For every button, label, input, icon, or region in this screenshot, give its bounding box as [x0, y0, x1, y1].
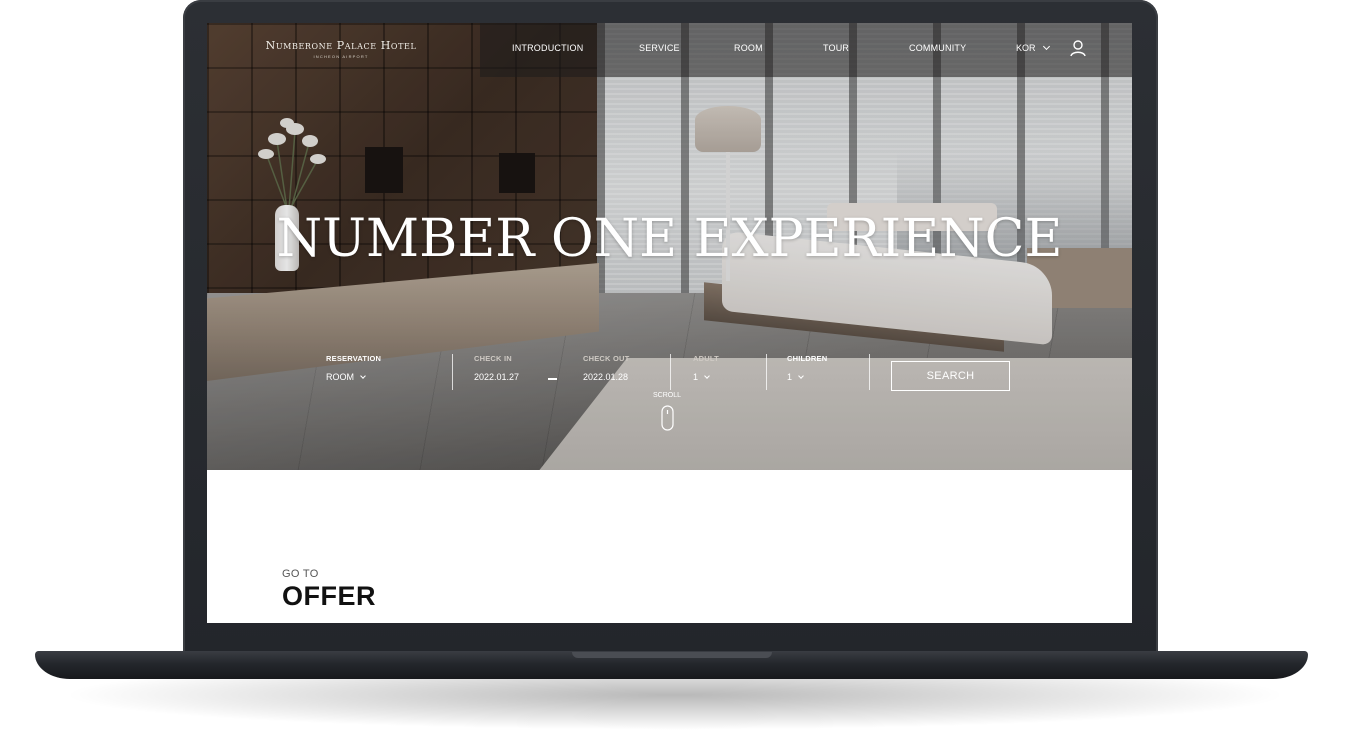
- nav-room[interactable]: ROOM: [734, 43, 763, 53]
- date-range-dash: [548, 378, 557, 380]
- site-logo[interactable]: Numberone Palace Hotel INCHEON AIRPORT: [251, 39, 431, 59]
- section-kicker: GO TO: [282, 568, 319, 580]
- children-select[interactable]: 1: [787, 372, 804, 382]
- logo-name: Numberone Palace Hotel: [265, 39, 417, 52]
- children-value: 1: [787, 372, 793, 382]
- nav-service[interactable]: SERVICE: [639, 43, 680, 53]
- nav-community[interactable]: COMMUNITY: [909, 43, 966, 53]
- chevron-down-icon: [704, 373, 710, 379]
- language-selector[interactable]: KOR: [1016, 42, 1050, 53]
- chevron-down-icon: [798, 373, 804, 379]
- language-label: KOR: [1016, 43, 1036, 53]
- checkin-date[interactable]: 2022.01.27: [474, 372, 519, 382]
- reservation-value: ROOM: [326, 372, 354, 382]
- checkout-date[interactable]: 2022.01.28: [583, 372, 628, 382]
- adult-label: ADULT: [693, 354, 719, 363]
- laptop-base-notch: [572, 652, 772, 658]
- user-icon[interactable]: [1069, 39, 1087, 57]
- reservation-label: RESERVATION: [326, 354, 382, 363]
- hero-headline: NUMBER ONE EXPERIENCE: [276, 209, 1063, 269]
- booking-divider: [869, 354, 870, 390]
- chevron-down-icon: [1042, 42, 1050, 51]
- booking-divider: [670, 354, 671, 390]
- checkin-label: CHECK IN: [474, 354, 512, 363]
- mouse-scroll-icon[interactable]: [661, 405, 674, 431]
- children-label: CHILDREN: [787, 354, 828, 363]
- adult-value: 1: [693, 372, 699, 382]
- chevron-down-icon: [360, 373, 366, 379]
- nav-tour[interactable]: TOUR: [823, 43, 849, 53]
- adult-select[interactable]: 1: [693, 372, 710, 382]
- section-title: OFFER: [282, 581, 376, 611]
- booking-divider: [766, 354, 767, 390]
- checkout-label: CHECK OUT: [583, 354, 630, 363]
- booking-divider: [452, 354, 453, 390]
- reservation-select[interactable]: ROOM: [326, 372, 366, 382]
- scroll-label: SCROLL: [653, 392, 682, 399]
- search-button[interactable]: SEARCH: [891, 361, 1010, 391]
- laptop-screen: Numberone Palace Hotel INCHEON AIRPORT I…: [207, 23, 1132, 623]
- logo-subtitle: INCHEON AIRPORT: [313, 54, 369, 59]
- nav-introduction[interactable]: INTRODUCTION: [512, 43, 583, 53]
